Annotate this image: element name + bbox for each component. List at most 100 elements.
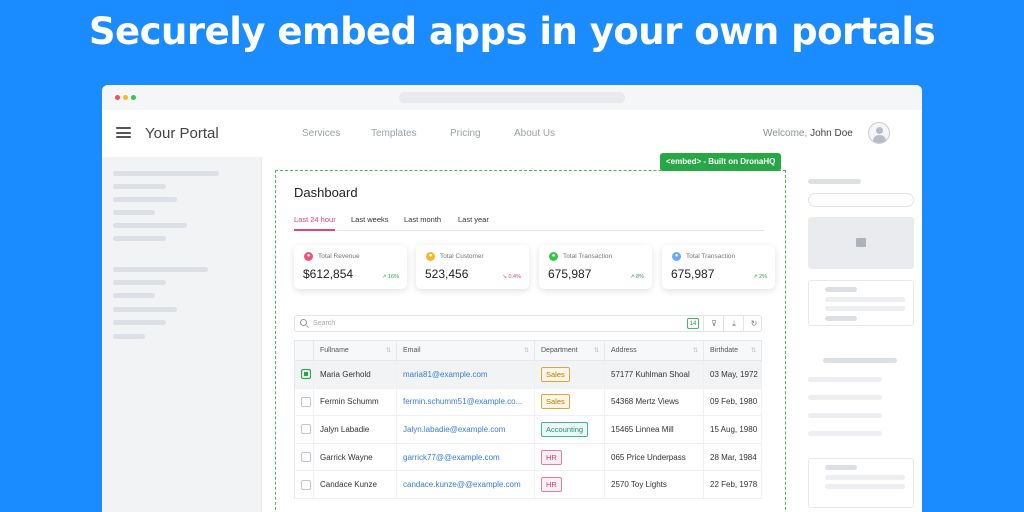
tab-last-weeks[interactable]: Last weeks: [351, 215, 389, 224]
row-checkbox[interactable]: [301, 424, 311, 435]
stat-value: $612,854: [303, 267, 354, 281]
cell-address: 57177 Kuhlman Shoal: [604, 360, 704, 389]
cell-birthdate: 09 Feb, 1980: [703, 388, 762, 417]
stat-change: ↗ 8%: [629, 274, 644, 280]
cell-birthdate: 03 May, 1972: [703, 360, 762, 389]
right-sidebar-placeholder: [795, 157, 922, 512]
department-badge: Sales: [541, 366, 570, 382]
row-checkbox[interactable]: [301, 479, 311, 490]
table-row[interactable]: Fermin Schumm fermin.schumm51@example.co…: [294, 388, 762, 417]
table-row[interactable]: Maria Gerhold maria81@example.com Sales …: [294, 360, 762, 389]
bag-icon: ●: [672, 252, 681, 261]
search-icon: [300, 319, 307, 326]
nav-about-us[interactable]: About Us: [514, 128, 555, 139]
stat-change: ↗ 2%: [752, 274, 767, 280]
cell-birthdate: 22 Feb, 1978: [703, 470, 762, 499]
sort-icon: ⇅: [692, 348, 698, 354]
maximize-dot-icon[interactable]: [131, 95, 136, 100]
close-dot-icon[interactable]: [115, 95, 120, 100]
tab-last-month[interactable]: Last month: [404, 215, 441, 224]
headline: Securely embed apps in your own portals: [88, 10, 936, 53]
browser-titlebar: [102, 85, 922, 110]
stat-value: 675,987: [671, 267, 715, 281]
address-bar[interactable]: [399, 92, 625, 103]
sort-icon: ⇅: [385, 348, 391, 354]
select-all-header[interactable]: [294, 340, 314, 361]
stat-label: Total Transaction: [563, 253, 613, 260]
revenue-icon: ●: [304, 252, 313, 261]
stat-label: Total Transaction: [686, 253, 736, 260]
nav-pricing[interactable]: Pricing: [450, 128, 481, 139]
cell-email[interactable]: fermin.schumm51@example.co...: [396, 388, 535, 417]
cell-email[interactable]: Jalyn.labadie@example.com: [396, 415, 535, 444]
department-badge: HR: [541, 477, 562, 493]
trend-down-icon: ↘: [502, 274, 507, 280]
cell-birthdate: 28 Mar, 1984: [703, 443, 762, 472]
row-checkbox[interactable]: [301, 396, 311, 407]
stat-change: ↗ 16%: [381, 274, 399, 280]
stat-card-customer: ● Total Customer 523,456 ↘ 0.4%: [416, 245, 529, 289]
trend-up-icon: ↗: [629, 274, 635, 280]
left-sidebar-placeholder: [102, 157, 262, 512]
cell-address: 065 Price Underpass: [604, 443, 704, 472]
cell-address: 54368 Mertz Views: [604, 388, 704, 417]
stat-value: 523,456: [425, 267, 469, 281]
hamburger-menu-icon[interactable]: [116, 127, 131, 138]
download-icon[interactable]: ⤓: [723, 316, 744, 331]
trend-up-icon: ↗: [381, 274, 387, 280]
tab-last-24-hour[interactable]: Last 24 hour: [294, 215, 336, 224]
row-count-badge: 14: [687, 318, 699, 329]
table-row[interactable]: Candace Kunze candace.kunze@@example.com…: [294, 470, 762, 499]
portal-brand[interactable]: Your Portal: [145, 125, 219, 142]
refresh-icon[interactable]: ↻: [743, 316, 764, 331]
document-icon: ●: [549, 252, 558, 261]
cell-email[interactable]: garrick77@@example.com: [396, 443, 535, 472]
cell-email[interactable]: maria81@example.com: [396, 360, 535, 389]
cell-fullname: Maria Gerhold: [313, 360, 397, 389]
trend-up-icon: ↗: [752, 274, 758, 280]
cell-address: 15465 Linnea Mill: [604, 415, 704, 444]
cell-email[interactable]: candace.kunze@@example.com: [396, 470, 535, 499]
customer-icon: ●: [426, 252, 435, 261]
nav-services[interactable]: Services: [302, 128, 340, 139]
cell-fullname: Jalyn Labadie: [313, 415, 397, 444]
minimize-dot-icon[interactable]: [123, 95, 128, 100]
active-tab-indicator: [294, 229, 335, 231]
sort-icon: ⇅: [750, 348, 756, 354]
table-header-row: Fullname ⇅ Email ⇅ Department ⇅ Address ⇅ Bi…: [294, 340, 762, 361]
nav-templates[interactable]: Templates: [371, 128, 417, 139]
image-placeholder-icon: [808, 217, 914, 269]
table-search-bar: Search 14 ⊽ ⤓ ↻: [294, 315, 762, 332]
stat-value: 675,987: [548, 267, 592, 281]
portal-header: Your Portal Services Templates Pricing A…: [102, 110, 922, 157]
cell-fullname: Fermin Schumm: [313, 388, 397, 417]
cell-birthdate: 15 Aug, 1980: [703, 415, 762, 444]
column-header-address[interactable]: Address ⇅: [604, 340, 704, 361]
filter-icon[interactable]: ⊽: [703, 316, 724, 331]
stat-card-revenue: ● Total Revenue $612,854 ↗ 16%: [294, 245, 407, 289]
department-badge: Sales: [541, 394, 570, 410]
table-row[interactable]: Garrick Wayne garrick77@@example.com HR …: [294, 443, 762, 472]
row-checkbox[interactable]: [301, 369, 311, 380]
sort-icon: ⇅: [523, 348, 529, 354]
cell-address: 2570 Toy Lights: [604, 470, 704, 499]
data-table: Fullname ⇅ Email ⇅ Department ⇅ Address ⇅ Bi…: [294, 340, 762, 499]
row-checkbox[interactable]: [301, 452, 311, 463]
cell-fullname: Garrick Wayne: [313, 443, 397, 472]
column-header-birthdate[interactable]: Birthdate ⇅: [703, 340, 762, 361]
stat-card-transaction-2: ● Total Transaction 675,987 ↗ 2%: [662, 245, 775, 289]
embed-badge: <embed> - Built on DronaHQ: [660, 153, 782, 171]
welcome-text: Welcome, John Doe: [763, 128, 853, 139]
tab-last-year[interactable]: Last year: [458, 215, 489, 224]
stat-label: Total Customer: [440, 253, 484, 260]
department-badge: Accounting: [541, 421, 589, 437]
stat-change: ↘ 0.4%: [502, 274, 521, 280]
time-range-tabs: Last 24 hour Last weeks Last month Last …: [294, 213, 764, 231]
column-header-email[interactable]: Email ⇅: [396, 340, 535, 361]
department-badge: HR: [541, 449, 562, 465]
column-header-department[interactable]: Department ⇅: [534, 340, 605, 361]
avatar[interactable]: [868, 122, 890, 144]
column-header-fullname[interactable]: Fullname ⇅: [313, 340, 397, 361]
search-input[interactable]: Search: [313, 320, 335, 327]
table-row[interactable]: Jalyn Labadie Jalyn.labadie@example.com …: [294, 415, 762, 444]
